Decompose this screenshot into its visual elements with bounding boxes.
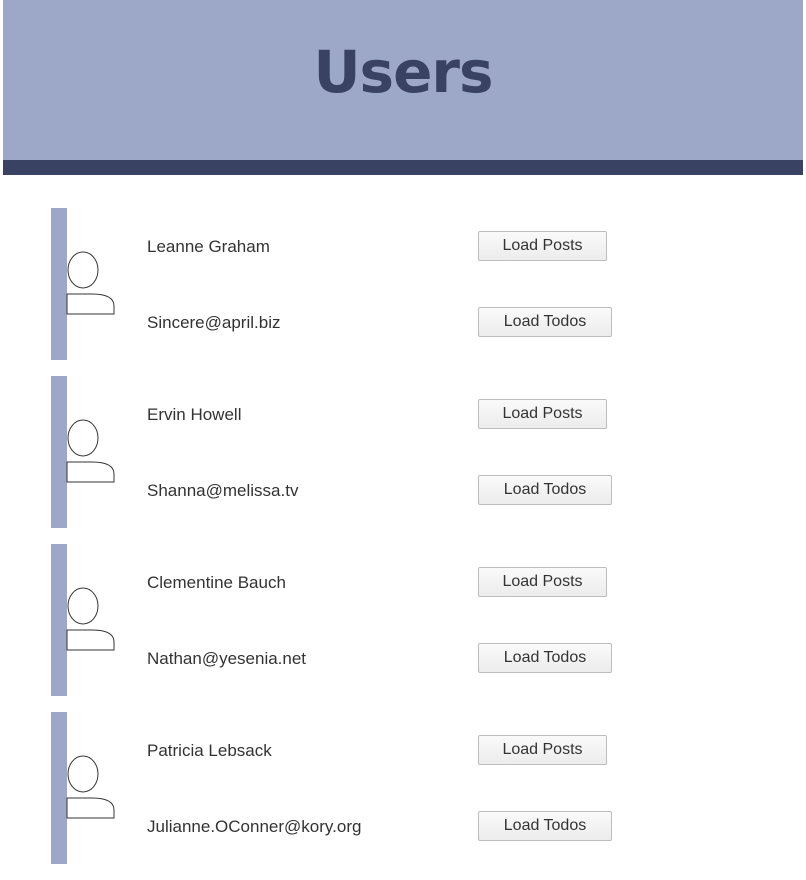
user-name: Patricia Lebsack (147, 741, 272, 760)
page-title: Users (313, 38, 493, 106)
user-card: Clementine Bauch Nathan@yesenia.net Load… (0, 544, 806, 696)
load-posts-button[interactable]: Load Posts (478, 567, 607, 597)
load-todos-button[interactable]: Load Todos (478, 475, 612, 505)
header-divider (3, 160, 803, 175)
user-card: Patricia Lebsack Julianne.OConner@kory.o… (0, 712, 806, 864)
user-email: Sincere@april.biz (147, 313, 281, 332)
card-accent-bar (51, 544, 67, 696)
load-posts-button[interactable]: Load Posts (478, 735, 607, 765)
user-name: Clementine Bauch (147, 573, 286, 592)
load-todos-button[interactable]: Load Todos (478, 643, 612, 673)
load-todos-button[interactable]: Load Todos (478, 307, 612, 337)
user-avatar-icon (66, 754, 116, 822)
user-card: Leanne Graham Sincere@april.biz Load Pos… (0, 208, 806, 360)
user-avatar-icon (66, 418, 116, 486)
user-list: Leanne Graham Sincere@april.biz Load Pos… (0, 208, 806, 880)
card-accent-bar (51, 208, 67, 360)
card-accent-bar (51, 376, 67, 528)
card-accent-bar (51, 712, 67, 864)
user-card: Ervin Howell Shanna@melissa.tv Load Post… (0, 376, 806, 528)
user-avatar-icon (66, 586, 116, 654)
load-posts-button[interactable]: Load Posts (478, 231, 607, 261)
user-name: Ervin Howell (147, 405, 242, 424)
user-avatar-icon (66, 250, 116, 318)
user-email: Nathan@yesenia.net (147, 649, 307, 668)
load-todos-button[interactable]: Load Todos (478, 811, 612, 841)
user-email: Julianne.OConner@kory.org (147, 817, 362, 836)
user-name: Leanne Graham (147, 237, 270, 256)
load-posts-button[interactable]: Load Posts (478, 399, 607, 429)
user-email: Shanna@melissa.tv (147, 481, 299, 500)
